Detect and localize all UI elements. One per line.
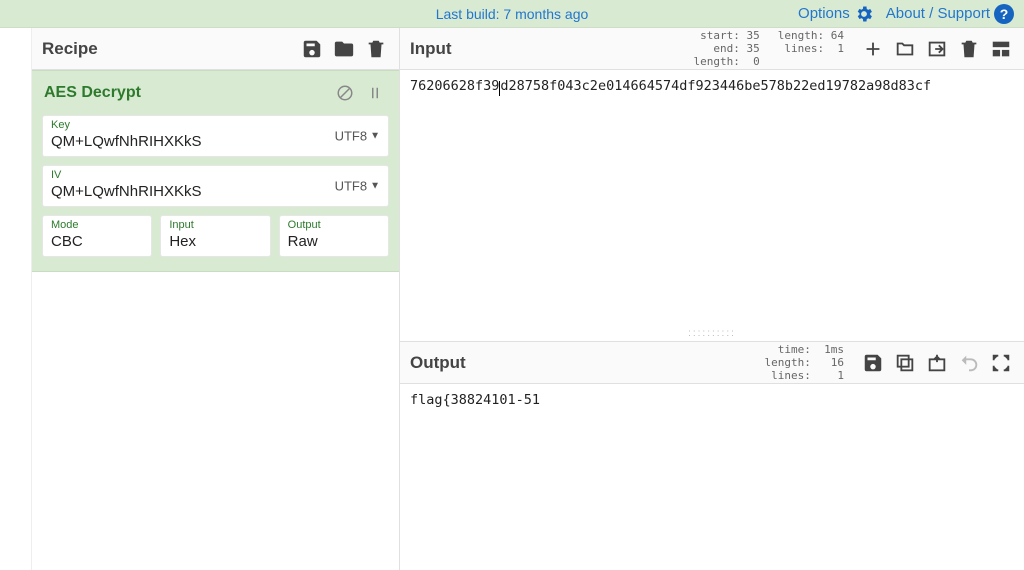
input-layout-button[interactable] xyxy=(988,36,1014,62)
caret-down-icon: ▼ xyxy=(370,181,380,192)
output-format-field[interactable]: Output Raw xyxy=(279,215,389,257)
options-link[interactable]: Options xyxy=(798,4,874,24)
output-pane: Output time: 1ms length: 16 lines: 1 fla… xyxy=(400,342,1024,570)
operation-title: AES Decrypt xyxy=(44,84,327,102)
iv-field[interactable]: IV QM+LQwfNhRIHXKkS UTF8 ▼ xyxy=(42,165,389,207)
key-value: QM+LQwfNhRIHXKkS xyxy=(51,133,380,150)
disable-operation-button[interactable] xyxy=(333,81,357,105)
save-output-button[interactable] xyxy=(860,350,886,376)
copy-output-button[interactable] xyxy=(892,350,918,376)
output-meta: time: 1ms length: 16 lines: 1 xyxy=(765,343,844,383)
input-textarea[interactable]: 76206628f39d28758f043c2e014664574df92344… xyxy=(400,70,1024,341)
input-meta: start: 35 end: 35 length: 0 length: 64 l… xyxy=(694,29,844,69)
save-recipe-button[interactable] xyxy=(299,36,325,62)
open-recipe-button[interactable] xyxy=(331,36,357,62)
output-header: Output time: 1ms length: 16 lines: 1 xyxy=(400,342,1024,384)
options-label: Options xyxy=(798,5,850,22)
about-link[interactable]: About / Support ? xyxy=(886,4,1014,24)
help-icon: ? xyxy=(994,4,1014,24)
caret-down-icon: ▼ xyxy=(370,131,380,142)
input-format-field[interactable]: Input Hex xyxy=(160,215,270,257)
iv-value: QM+LQwfNhRIHXKkS xyxy=(51,183,380,200)
clear-input-button[interactable] xyxy=(956,36,982,62)
move-output-to-input-button[interactable] xyxy=(924,350,950,376)
input-title: Input xyxy=(410,39,452,59)
input-pane: Input start: 35 end: 35 length: 0 length… xyxy=(400,28,1024,342)
recipe-header: Recipe xyxy=(32,28,399,70)
open-file-button[interactable] xyxy=(924,36,950,62)
io-panel: Input start: 35 end: 35 length: 0 length… xyxy=(400,28,1024,570)
left-gutter xyxy=(0,28,32,570)
iv-label: IV xyxy=(51,170,380,181)
output-textarea[interactable]: flag{38824101-51 xyxy=(400,384,1024,570)
add-input-button[interactable] xyxy=(860,36,886,62)
operation-card: AES Decrypt Key QM+LQwfNhRIHXKkS UTF8 ▼ xyxy=(32,70,399,272)
input-header: Input start: 35 end: 35 length: 0 length… xyxy=(400,28,1024,70)
pause-icon xyxy=(366,84,384,102)
maximize-output-button[interactable] xyxy=(988,350,1014,376)
output-title: Output xyxy=(410,353,466,373)
key-label: Key xyxy=(51,120,380,131)
recipe-panel: Recipe AES Decrypt xyxy=(32,28,400,570)
resize-handle[interactable]: :::::::::: xyxy=(688,328,736,339)
key-field[interactable]: Key QM+LQwfNhRIHXKkS UTF8 ▼ xyxy=(42,115,389,157)
key-encoding-select[interactable]: UTF8 ▼ xyxy=(335,129,380,144)
banner-right: Options About / Support ? xyxy=(798,4,1014,24)
disable-icon xyxy=(336,84,354,102)
operation-header[interactable]: AES Decrypt xyxy=(32,71,399,111)
build-info: Last build: 7 months ago xyxy=(436,6,589,22)
gear-icon xyxy=(854,4,874,24)
top-banner: Last build: 7 months ago Options About /… xyxy=(0,0,1024,28)
clear-recipe-button[interactable] xyxy=(363,36,389,62)
about-label: About / Support xyxy=(886,5,990,22)
iv-encoding-select[interactable]: UTF8 ▼ xyxy=(335,179,380,194)
pause-operation-button[interactable] xyxy=(363,81,387,105)
open-folder-button[interactable] xyxy=(892,36,918,62)
mode-field[interactable]: Mode CBC xyxy=(42,215,152,257)
recipe-title: Recipe xyxy=(42,39,293,59)
undo-button[interactable] xyxy=(956,350,982,376)
